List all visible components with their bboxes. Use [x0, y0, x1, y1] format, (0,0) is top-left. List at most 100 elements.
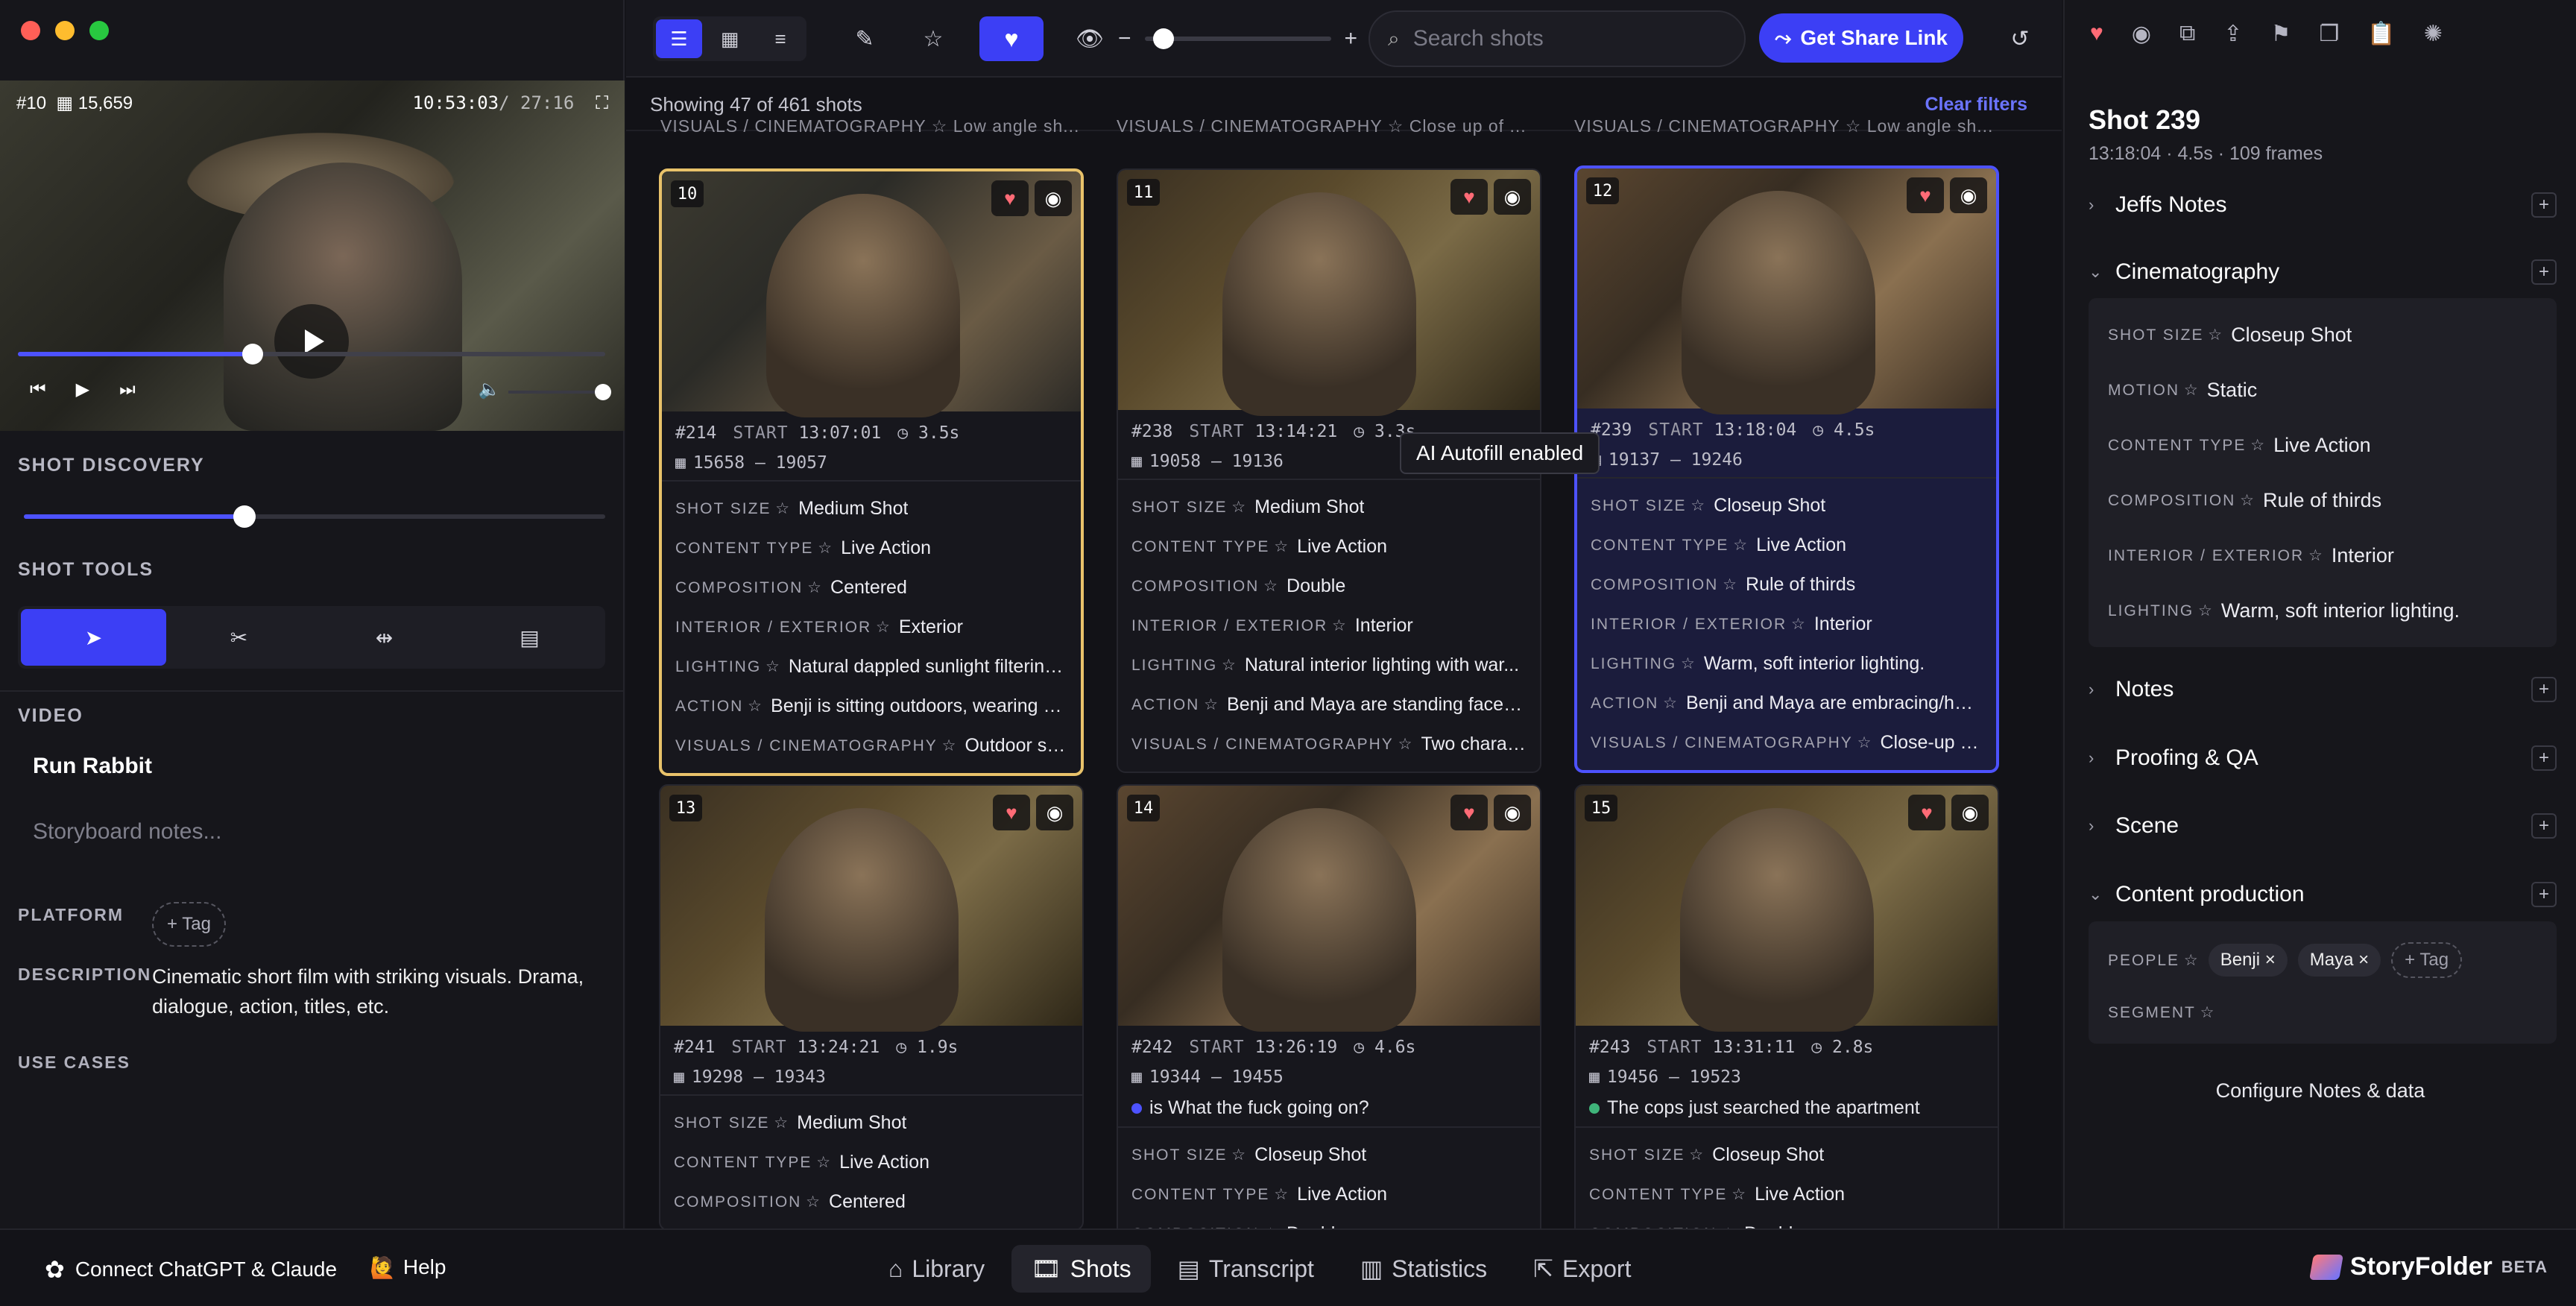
cinematography-field[interactable]: COMPOSITION Rule of thirds: [2108, 473, 2537, 528]
attribute-row[interactable]: SHOT SIZE Closeup Shot: [1589, 1135, 1984, 1175]
attribute-row[interactable]: SHOT SIZE Medium Shot: [675, 489, 1067, 529]
split-tool-button[interactable]: ⇹: [312, 609, 457, 666]
scrubber-handle[interactable]: [242, 344, 264, 365]
attribute-row[interactable]: CONTENT TYPE Live Action: [1131, 1175, 1527, 1214]
tab-transcript[interactable]: ▤ Transcript: [1158, 1245, 1333, 1293]
zoom-in-icon[interactable]: +: [1345, 26, 1358, 51]
description-text[interactable]: Cinematic short film with striking visua…: [152, 962, 605, 1021]
cinematography-field[interactable]: LIGHTING Warm, soft interior lighting.: [2108, 583, 2537, 638]
eye-icon[interactable]: ◉: [1035, 180, 1072, 216]
attribute-row[interactable]: COMPOSITIONDouble: [1589, 1214, 1984, 1228]
cinematography-field[interactable]: INTERIOR / EXTERIOR Interior: [2108, 528, 2537, 583]
zoom-out-icon[interactable]: −: [1118, 26, 1131, 51]
connect-ai-button[interactable]: ✿ Connect ChatGPT & Claude: [45, 1255, 337, 1284]
attribute-row[interactable]: VISUALS / CINEMATOGRAPHY Outdoor sho...: [675, 726, 1067, 766]
video-scrubber[interactable]: [18, 344, 605, 365]
attribute-row[interactable]: INTERIOR / EXTERIOR Exterior: [675, 608, 1067, 647]
section-jeffs-notes[interactable]: › Jeffs Notes +: [2089, 186, 2557, 224]
section-scene[interactable]: › Scene +: [2089, 807, 2557, 845]
shot-thumbnail[interactable]: 15 ♥ ◉: [1576, 786, 1998, 1032]
clipboard-icon[interactable]: 📋: [2367, 21, 2395, 47]
shot-thumbnail[interactable]: 13 ♥ ◉: [660, 786, 1082, 1032]
attribute-row[interactable]: COMPOSITIONDouble: [1131, 1214, 1527, 1228]
section-cinematography[interactable]: ⌄ Cinematography +: [2089, 253, 2557, 291]
discovery-handle[interactable]: [233, 505, 256, 528]
upload-icon[interactable]: ⇪: [2223, 21, 2242, 47]
list-detail-view-button[interactable]: ☰: [656, 19, 702, 58]
section-proofing[interactable]: › Proofing & QA +: [2089, 739, 2557, 777]
heart-icon[interactable]: ♥: [1450, 795, 1488, 830]
attribute-row[interactable]: SHOT SIZE Medium Shot: [1131, 488, 1527, 527]
eye-icon[interactable]: ◉: [2132, 21, 2151, 47]
tab-shots[interactable]: 🎞 Shots: [1011, 1245, 1151, 1293]
attribute-row[interactable]: CONTENT TYPE Live Action: [674, 1143, 1069, 1182]
attribute-row[interactable]: CONTENT TYPE Live Action: [1131, 527, 1527, 567]
attribute-row[interactable]: VISUALS / CINEMATOGRAPHY Close-up of ...: [1591, 723, 1983, 763]
cinematography-field[interactable]: CONTENT TYPE Live Action: [2108, 417, 2537, 473]
eye-icon[interactable]: ◉: [1036, 795, 1073, 830]
volume-slider[interactable]: [508, 384, 611, 400]
attribute-row[interactable]: SHOT SIZE Closeup Shot: [1591, 486, 1983, 526]
shot-card[interactable]: 13 ♥ ◉ #241 START 13:24:21 ◷ 1.9s ▦ 19298 – 193…: [659, 784, 1084, 1228]
attribute-row[interactable]: LIGHTING Warm, soft interior lighting.: [1591, 644, 1983, 684]
star-filter-button[interactable]: ☆: [911, 16, 956, 61]
add-icon[interactable]: +: [2531, 259, 2557, 285]
shot-card[interactable]: 15 ♥ ◉ #243 START 13:31:11 ◷ 2.8s ▦ 19456 – 195…: [1574, 784, 1999, 1228]
attribute-row[interactable]: COMPOSITIONDouble: [1131, 567, 1527, 606]
shot-card[interactable]: 10 ♥ ◉ #214 START 13:07:01 ◷ 3.5s ▦ 15658 – 190…: [659, 168, 1084, 776]
fullscreen-icon[interactable]: ⛶: [596, 92, 608, 113]
heart-icon[interactable]: ♥: [1907, 177, 1944, 213]
attribute-row[interactable]: INTERIOR / EXTERIOR Interior: [1591, 605, 1983, 644]
heart-icon[interactable]: ♥: [2090, 21, 2103, 47]
attribute-row[interactable]: ACTION Benji is sitting outdoors, wearing…: [675, 687, 1067, 726]
shot-thumbnail[interactable]: 10 ♥ ◉: [662, 171, 1081, 417]
video-name[interactable]: Run Rabbit: [33, 754, 605, 779]
select-tool-button[interactable]: ➤: [21, 609, 166, 666]
person-chip[interactable]: Benji ×: [2208, 944, 2288, 977]
volume-icon[interactable]: 🔈: [479, 379, 501, 400]
edit-button[interactable]: ✎: [842, 16, 887, 61]
attribute-row[interactable]: COMPOSITION Centered: [675, 568, 1067, 608]
visibility-button[interactable]: 👁: [1067, 16, 1112, 61]
cinematography-field[interactable]: SHOT SIZE Closeup Shot: [2108, 307, 2537, 362]
cut-tool-button[interactable]: ✂: [166, 609, 312, 666]
list-view-button[interactable]: ≡: [757, 19, 804, 58]
volume-handle[interactable]: [595, 384, 611, 400]
skip-forward-icon[interactable]: ⏭: [119, 379, 136, 400]
minimize-window-button[interactable]: [55, 21, 75, 40]
attribute-row[interactable]: CONTENT TYPE Live Action: [1591, 526, 1983, 565]
clear-filters-link[interactable]: Clear filters: [1925, 94, 2027, 116]
help-button[interactable]: 🙋 Help: [370, 1255, 446, 1280]
cinematography-field[interactable]: MOTION Static: [2108, 362, 2537, 417]
section-notes[interactable]: › Notes +: [2089, 671, 2557, 708]
calendar-tool-button[interactable]: ▤: [457, 609, 602, 666]
shot-card[interactable]: 14 ♥ ◉ #242 START 13:26:19 ◷ 4.6s ▦ 19344 – 194…: [1117, 784, 1541, 1228]
add-person-tag-button[interactable]: + Tag: [2391, 942, 2463, 978]
storyboard-notes-input[interactable]: Storyboard notes...: [33, 819, 605, 845]
history-button[interactable]: ↺: [1998, 16, 2042, 61]
heart-icon[interactable]: ♥: [993, 795, 1030, 830]
favorites-filter-button[interactable]: ♥: [979, 16, 1044, 61]
shot-thumbnail[interactable]: 11 ♥ ◉: [1118, 170, 1540, 416]
attribute-row[interactable]: COMPOSITION Rule of thirds: [1591, 565, 1983, 605]
add-icon[interactable]: +: [2531, 677, 2557, 702]
attribute-row[interactable]: VISUALS / CINEMATOGRAPHY Two characte...: [1131, 725, 1527, 764]
tab-statistics[interactable]: ▥ Statistics: [1341, 1245, 1506, 1293]
platform-add-tag-button[interactable]: + Tag: [152, 902, 226, 947]
eye-icon[interactable]: ◉: [1494, 795, 1531, 830]
section-content-production[interactable]: ⌄ Content production +: [2089, 876, 2557, 913]
shot-thumbnail[interactable]: 14 ♥ ◉: [1118, 786, 1540, 1032]
shot-thumbnail[interactable]: 12 ♥ ◉: [1577, 168, 1996, 414]
attribute-row[interactable]: SHOT SIZE Closeup Shot: [1131, 1135, 1527, 1175]
skip-back-icon[interactable]: ⏮: [30, 379, 46, 400]
add-icon[interactable]: +: [2531, 882, 2557, 907]
heart-icon[interactable]: ♥: [1450, 179, 1488, 215]
attribute-row[interactable]: LIGHTING Natural interior lighting with w…: [1131, 646, 1527, 685]
eye-icon[interactable]: ◉: [1494, 179, 1531, 215]
grid-view-button[interactable]: ▦: [707, 19, 753, 58]
eye-icon[interactable]: ◉: [1950, 177, 1987, 213]
add-icon[interactable]: +: [2531, 745, 2557, 771]
attribute-row[interactable]: SHOT SIZE Medium Shot: [674, 1103, 1069, 1143]
duplicate-icon[interactable]: ❐: [2319, 21, 2339, 47]
maximize-window-button[interactable]: [89, 21, 109, 40]
